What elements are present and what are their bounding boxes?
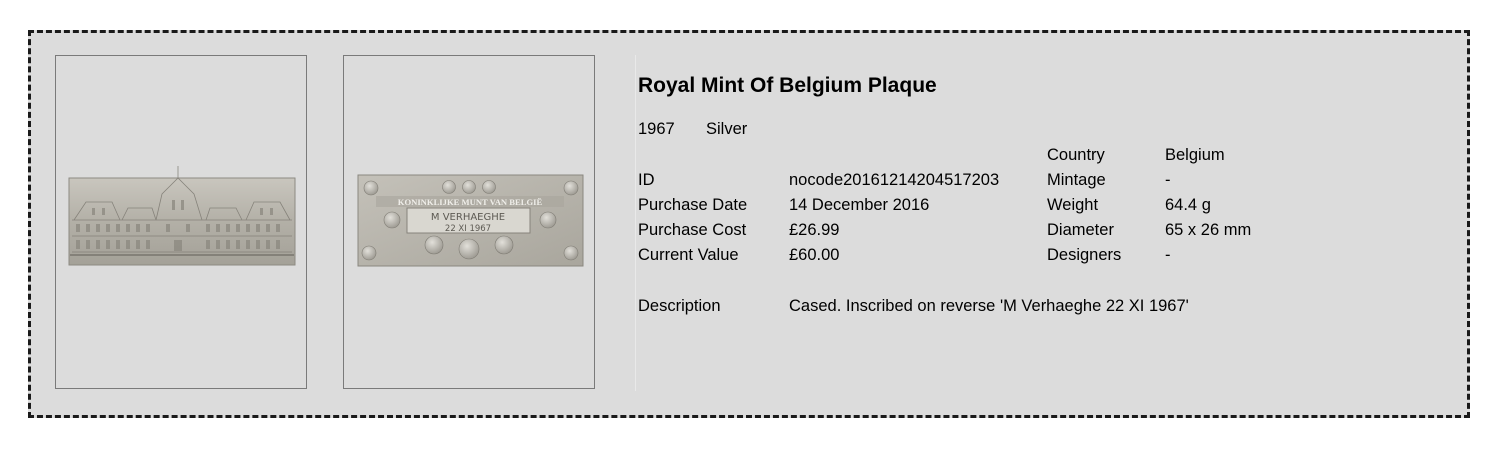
mintage-label: Mintage: [1047, 171, 1106, 189]
description-value: Cased. Inscribed on reverse 'M Verhaeghe…: [789, 297, 1189, 315]
reverse-photo[interactable]: KONINKLIJKE MUNT VAN BELGIË M VERHAEGHE …: [343, 55, 595, 389]
country-value: Belgium: [1165, 146, 1225, 164]
item-metal: Silver: [706, 120, 748, 138]
id-value: nocode20161214204517203: [789, 171, 1000, 189]
designers-value: -: [1165, 246, 1171, 264]
weight-label: Weight: [1047, 196, 1099, 214]
item-title: Royal Mint Of Belgium Plaque: [638, 74, 937, 97]
reverse-plaque-image: KONINKLIJKE MUNT VAN BELGIË M VERHAEGHE …: [357, 174, 584, 267]
coin-card: KONINKLIJKE MUNT VAN BELGIË M VERHAEGHE …: [28, 30, 1470, 418]
item-year: 1967: [638, 120, 675, 138]
country-label: Country: [1047, 146, 1105, 164]
diameter-value: 65 x 26 mm: [1165, 221, 1252, 239]
reverse-plate-line1: M VERHAEGHE: [431, 212, 505, 223]
id-label: ID: [638, 171, 655, 189]
purchase-cost-value: £26.99: [789, 221, 840, 239]
reverse-plate-line2: 22 XI 1967: [445, 224, 491, 234]
description-label: Description: [638, 297, 721, 315]
obverse-photo[interactable]: [55, 55, 307, 389]
divider: [635, 55, 636, 391]
obverse-plaque-image: [68, 166, 296, 266]
reverse-top-inscription: KONINKLIJKE MUNT VAN BELGIË: [398, 197, 543, 207]
designers-label: Designers: [1047, 246, 1122, 264]
diameter-label: Diameter: [1047, 221, 1114, 239]
current-value-label: Current Value: [638, 246, 739, 264]
mintage-value: -: [1165, 171, 1171, 189]
weight-value: 64.4 g: [1165, 196, 1211, 214]
purchase-date-value: 14 December 2016: [789, 196, 930, 214]
purchase-date-label: Purchase Date: [638, 196, 748, 214]
purchase-cost-label: Purchase Cost: [638, 221, 747, 239]
current-value-value: £60.00: [789, 246, 840, 264]
